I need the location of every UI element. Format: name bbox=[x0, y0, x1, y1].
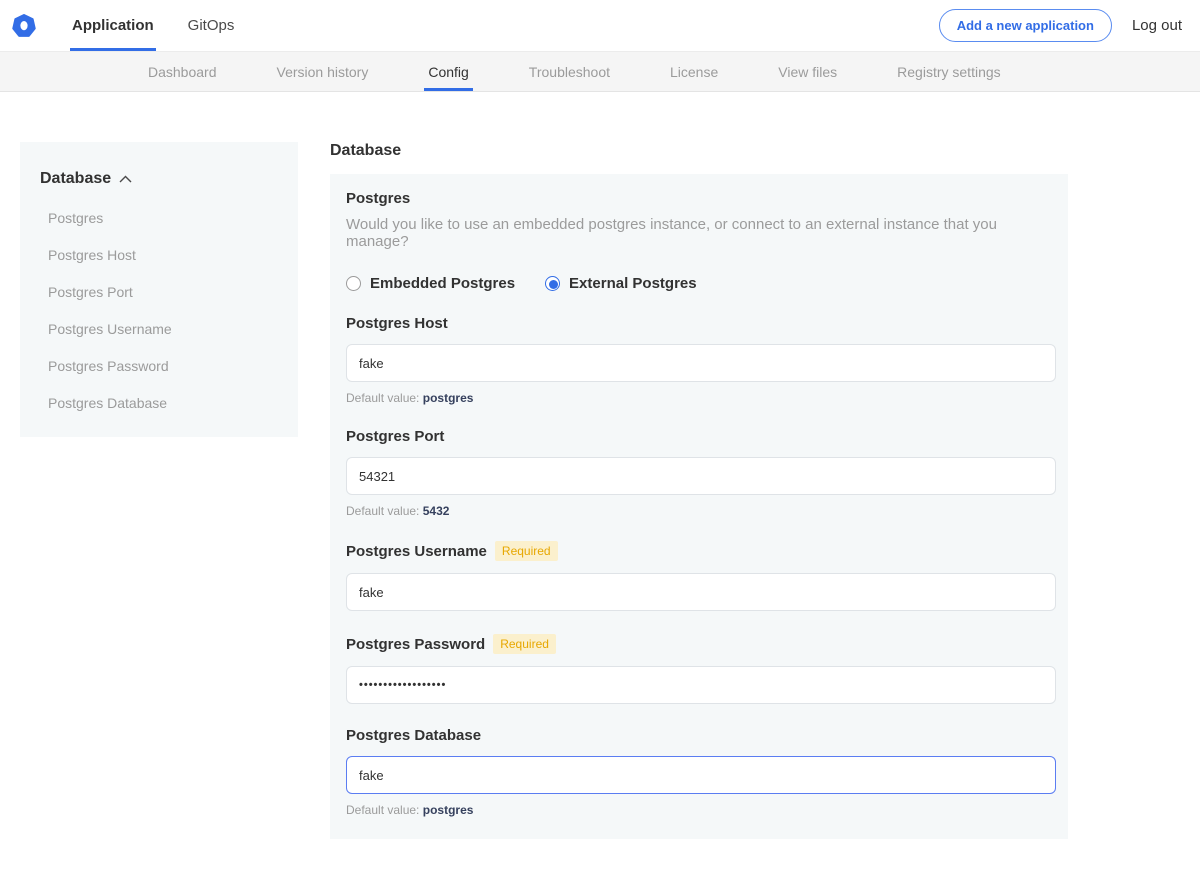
default-value-note: Default value: 5432 bbox=[346, 504, 1052, 518]
content-area: Database Postgres Postgres Host Postgres… bbox=[0, 92, 1200, 874]
field-postgres-password: Postgres Password Required bbox=[346, 634, 1052, 704]
default-value-note: Default value: postgres bbox=[346, 391, 1052, 405]
field-label: Postgres Username bbox=[346, 543, 487, 560]
top-nav-right: Add a new application Log out bbox=[939, 9, 1186, 42]
postgres-port-input[interactable] bbox=[346, 457, 1056, 495]
app-logo-icon bbox=[12, 14, 36, 38]
tab-dashboard[interactable]: Dashboard bbox=[148, 52, 217, 91]
chevron-up-icon bbox=[119, 175, 132, 183]
required-badge: Required bbox=[493, 634, 556, 654]
radio-label: External Postgres bbox=[569, 275, 697, 292]
add-new-application-button[interactable]: Add a new application bbox=[939, 9, 1112, 42]
default-value-prefix: Default value: bbox=[346, 504, 419, 518]
radio-embedded-postgres[interactable]: Embedded Postgres bbox=[346, 275, 515, 292]
logout-link[interactable]: Log out bbox=[1132, 17, 1182, 34]
radio-label: Embedded Postgres bbox=[370, 275, 515, 292]
default-value: 5432 bbox=[423, 504, 450, 518]
default-value-prefix: Default value: bbox=[346, 803, 419, 817]
field-postgres-database: Postgres Database Default value: postgre… bbox=[346, 727, 1052, 817]
tab-config[interactable]: Config bbox=[428, 52, 468, 91]
sidebar-item-postgres[interactable]: Postgres bbox=[48, 210, 278, 226]
top-tab-application[interactable]: Application bbox=[70, 0, 156, 51]
sidebar-item-postgres-port[interactable]: Postgres Port bbox=[48, 284, 278, 300]
postgres-mode-radio-group: Embedded Postgres External Postgres bbox=[346, 275, 1052, 292]
sidebar-item-postgres-username[interactable]: Postgres Username bbox=[48, 321, 278, 337]
postgres-group-label: Postgres bbox=[346, 190, 1052, 207]
field-label: Postgres Port bbox=[346, 428, 444, 445]
postgres-host-input[interactable] bbox=[346, 344, 1056, 382]
config-main: Database Postgres Would you like to use … bbox=[330, 142, 1068, 874]
default-value-prefix: Default value: bbox=[346, 391, 419, 405]
sidebar-item-list: Postgres Postgres Host Postgres Port Pos… bbox=[40, 210, 278, 411]
field-label: Postgres Host bbox=[346, 315, 448, 332]
tab-license[interactable]: License bbox=[670, 52, 718, 91]
tab-view-files[interactable]: View files bbox=[778, 52, 837, 91]
tab-troubleshoot[interactable]: Troubleshoot bbox=[529, 52, 610, 91]
sidebar-item-postgres-password[interactable]: Postgres Password bbox=[48, 358, 278, 374]
sidebar-item-postgres-database[interactable]: Postgres Database bbox=[48, 395, 278, 411]
sidebar-group-label: Database bbox=[40, 170, 111, 188]
page-title: Database bbox=[330, 142, 1068, 160]
database-config-panel: Postgres Would you like to use an embedd… bbox=[330, 174, 1068, 839]
sidebar-item-postgres-host[interactable]: Postgres Host bbox=[48, 247, 278, 263]
top-tabs: Application GitOps bbox=[70, 0, 266, 51]
tab-registry-settings[interactable]: Registry settings bbox=[897, 52, 1000, 91]
required-badge: Required bbox=[495, 541, 558, 561]
default-value-note: Default value: postgres bbox=[346, 803, 1052, 817]
default-value: postgres bbox=[423, 391, 474, 405]
field-postgres-host: Postgres Host Default value: postgres bbox=[346, 315, 1052, 405]
field-label: Postgres Password bbox=[346, 636, 485, 653]
field-label: Postgres Database bbox=[346, 727, 481, 744]
field-postgres-username: Postgres Username Required bbox=[346, 541, 1052, 611]
top-nav: Application GitOps Add a new application… bbox=[0, 0, 1200, 51]
tab-version-history[interactable]: Version history bbox=[277, 52, 369, 91]
postgres-username-input[interactable] bbox=[346, 573, 1056, 611]
config-sidebar: Database Postgres Postgres Host Postgres… bbox=[20, 142, 298, 437]
default-value: postgres bbox=[423, 803, 474, 817]
radio-external-postgres[interactable]: External Postgres bbox=[545, 275, 697, 292]
app-sub-nav: Dashboard Version history Config Trouble… bbox=[0, 51, 1200, 92]
postgres-group-help-text: Would you like to use an embedded postgr… bbox=[346, 216, 1052, 250]
top-tab-gitops[interactable]: GitOps bbox=[186, 0, 237, 51]
radio-unselected-icon bbox=[346, 276, 361, 291]
postgres-database-input[interactable] bbox=[346, 756, 1056, 794]
field-postgres-port: Postgres Port Default value: 5432 bbox=[346, 428, 1052, 518]
postgres-password-input[interactable] bbox=[346, 666, 1056, 704]
sidebar-group-database[interactable]: Database bbox=[40, 170, 278, 188]
radio-selected-icon bbox=[545, 276, 560, 291]
